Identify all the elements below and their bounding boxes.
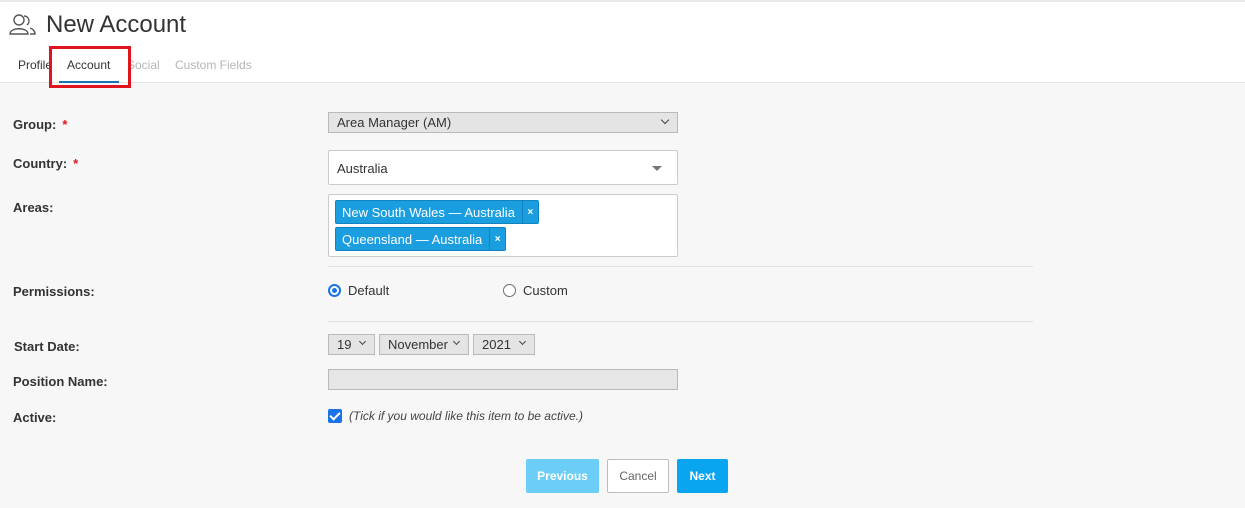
active-hint: (Tick if you would like this item to be … <box>349 409 583 423</box>
tab-account[interactable]: Account <box>67 58 110 72</box>
group-label-text: Group: <box>13 117 57 132</box>
previous-button[interactable]: Previous <box>526 459 599 493</box>
active-checkbox[interactable] <box>328 409 342 423</box>
required-marker: * <box>62 117 68 132</box>
active-tab-indicator <box>59 81 119 83</box>
tab-profile[interactable]: Profile <box>18 58 52 72</box>
active-label: Active: <box>13 410 57 425</box>
country-select[interactable]: Australia <box>328 150 678 185</box>
areas-label: Areas: <box>13 200 54 215</box>
group-select-value: Area Manager (AM) <box>337 115 452 130</box>
start-day-value: 19 <box>337 337 352 352</box>
cancel-button[interactable]: Cancel <box>607 459 669 493</box>
chevron-down-icon <box>358 337 367 346</box>
areas-multiselect[interactable]: New South Wales — Australia × Queensland… <box>328 194 678 257</box>
title-row: New Account <box>9 11 186 39</box>
chevron-down-icon <box>660 115 670 125</box>
start-year-value: 2021 <box>482 337 511 352</box>
area-tag-label: New South Wales — Australia <box>342 204 515 220</box>
start-month-value: November <box>388 337 448 352</box>
chevron-down-icon <box>518 337 527 346</box>
position-name-input[interactable] <box>328 369 678 390</box>
country-label: Country: * <box>13 156 78 171</box>
permission-custom-label[interactable]: Custom <box>523 283 568 298</box>
group-select[interactable]: Area Manager (AM) <box>328 112 678 133</box>
position-name-label: Position Name: <box>13 374 108 389</box>
start-month-select[interactable]: November <box>379 334 469 355</box>
tab-social[interactable]: Social <box>127 58 160 72</box>
permissions-label: Permissions: <box>13 284 95 299</box>
permission-default-label[interactable]: Default <box>348 283 389 298</box>
area-tag-label: Queensland — Australia <box>342 231 483 247</box>
remove-tag-icon[interactable]: × <box>521 201 538 223</box>
next-button[interactable]: Next <box>677 459 728 493</box>
page-header: New Account Profile Account Social Custo… <box>0 0 1245 83</box>
group-label: Group: * <box>13 117 67 132</box>
required-marker: * <box>73 156 79 171</box>
tab-bar: Profile Account Social Custom Fields <box>0 52 700 85</box>
country-select-value: Australia <box>337 161 388 176</box>
chevron-down-icon <box>452 337 461 346</box>
start-date-label: Start Date: <box>14 339 80 354</box>
start-year-select[interactable]: 2021 <box>473 334 535 355</box>
country-label-text: Country: <box>13 156 68 171</box>
users-icon <box>9 14 36 35</box>
page-title: New Account <box>46 11 187 38</box>
divider <box>328 266 1033 267</box>
caret-down-icon <box>652 166 662 171</box>
permission-default-radio[interactable] <box>328 284 341 297</box>
permission-custom-radio[interactable] <box>503 284 516 297</box>
remove-tag-icon[interactable]: × <box>489 228 505 250</box>
tab-custom-fields[interactable]: Custom Fields <box>175 58 252 72</box>
start-day-select[interactable]: 19 <box>328 334 375 355</box>
divider <box>328 321 1033 322</box>
area-tag: New South Wales — Australia × <box>335 200 539 224</box>
area-tag: Queensland — Australia × <box>335 227 507 251</box>
